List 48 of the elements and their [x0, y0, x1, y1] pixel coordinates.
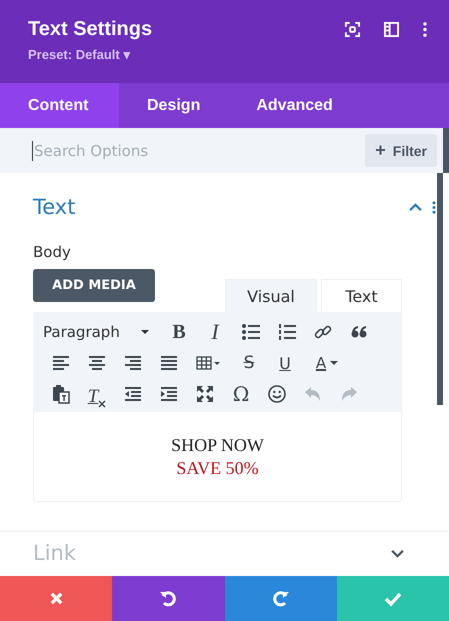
- editor-tab[interactable]: Text: [321, 279, 402, 312]
- bold-button[interactable]: B: [161, 318, 197, 346]
- tab[interactable]: Advanced: [228, 83, 361, 128]
- outdent-icon: [123, 384, 143, 404]
- redo-icon: [272, 590, 290, 608]
- indent-icon: [159, 384, 179, 404]
- clear-formatting-button[interactable]: T: [79, 380, 115, 408]
- more-menu-icon: [423, 22, 427, 37]
- focus-icon: [345, 22, 360, 37]
- strikethrough-button[interactable]: S: [231, 349, 267, 377]
- text-color-button[interactable]: A: [303, 349, 351, 377]
- filter-button[interactable]: + Filter: [365, 134, 437, 167]
- underline-button[interactable]: U: [267, 349, 303, 377]
- add-media-button[interactable]: ADD MEDIA: [33, 269, 155, 302]
- more-menu-icon: [432, 200, 436, 214]
- panel-title: Text Settings: [28, 18, 152, 41]
- editor-content[interactable]: SHOP NOW SAVE 50%: [33, 412, 402, 502]
- search-field[interactable]: Search Options: [32, 140, 366, 160]
- clipboard-icon: [51, 384, 71, 404]
- scrollbar[interactable]: [437, 173, 443, 405]
- align-right-icon: [123, 353, 143, 373]
- special-character-button[interactable]: Ω: [223, 380, 259, 408]
- section-title[interactable]: Text: [33, 195, 76, 219]
- numbered-list-icon: [277, 322, 297, 342]
- content-line: SHOP NOW: [171, 434, 264, 456]
- caret-icon: [330, 361, 338, 365]
- sidebar-layout-icon: [384, 22, 399, 37]
- preset-dropdown[interactable]: Preset: Default ▾: [28, 47, 130, 62]
- format-dropdown[interactable]: Paragraph: [43, 318, 149, 346]
- clear-x-icon: [98, 400, 106, 408]
- smiley-icon: [267, 384, 287, 404]
- caret-icon: [141, 330, 149, 334]
- italic-button[interactable]: I: [197, 318, 233, 346]
- chevron-up-icon: [409, 202, 422, 212]
- field-label: Body: [33, 243, 72, 261]
- fullscreen-icon: [195, 384, 215, 404]
- undo-icon: [159, 590, 178, 608]
- close-icon: [48, 591, 64, 606]
- tab[interactable]: Design: [119, 83, 228, 128]
- justify-icon: [159, 353, 179, 373]
- align-left-icon: [51, 353, 71, 373]
- editor-tab[interactable]: Visual: [225, 279, 317, 312]
- content-line: SAVE 50%: [176, 458, 259, 478]
- chevron-down-icon: [391, 548, 404, 558]
- align-center-icon: [87, 353, 107, 373]
- undo-button[interactable]: [112, 576, 224, 621]
- tab[interactable]: Content: [0, 83, 119, 128]
- bullet-list-icon: [241, 322, 261, 342]
